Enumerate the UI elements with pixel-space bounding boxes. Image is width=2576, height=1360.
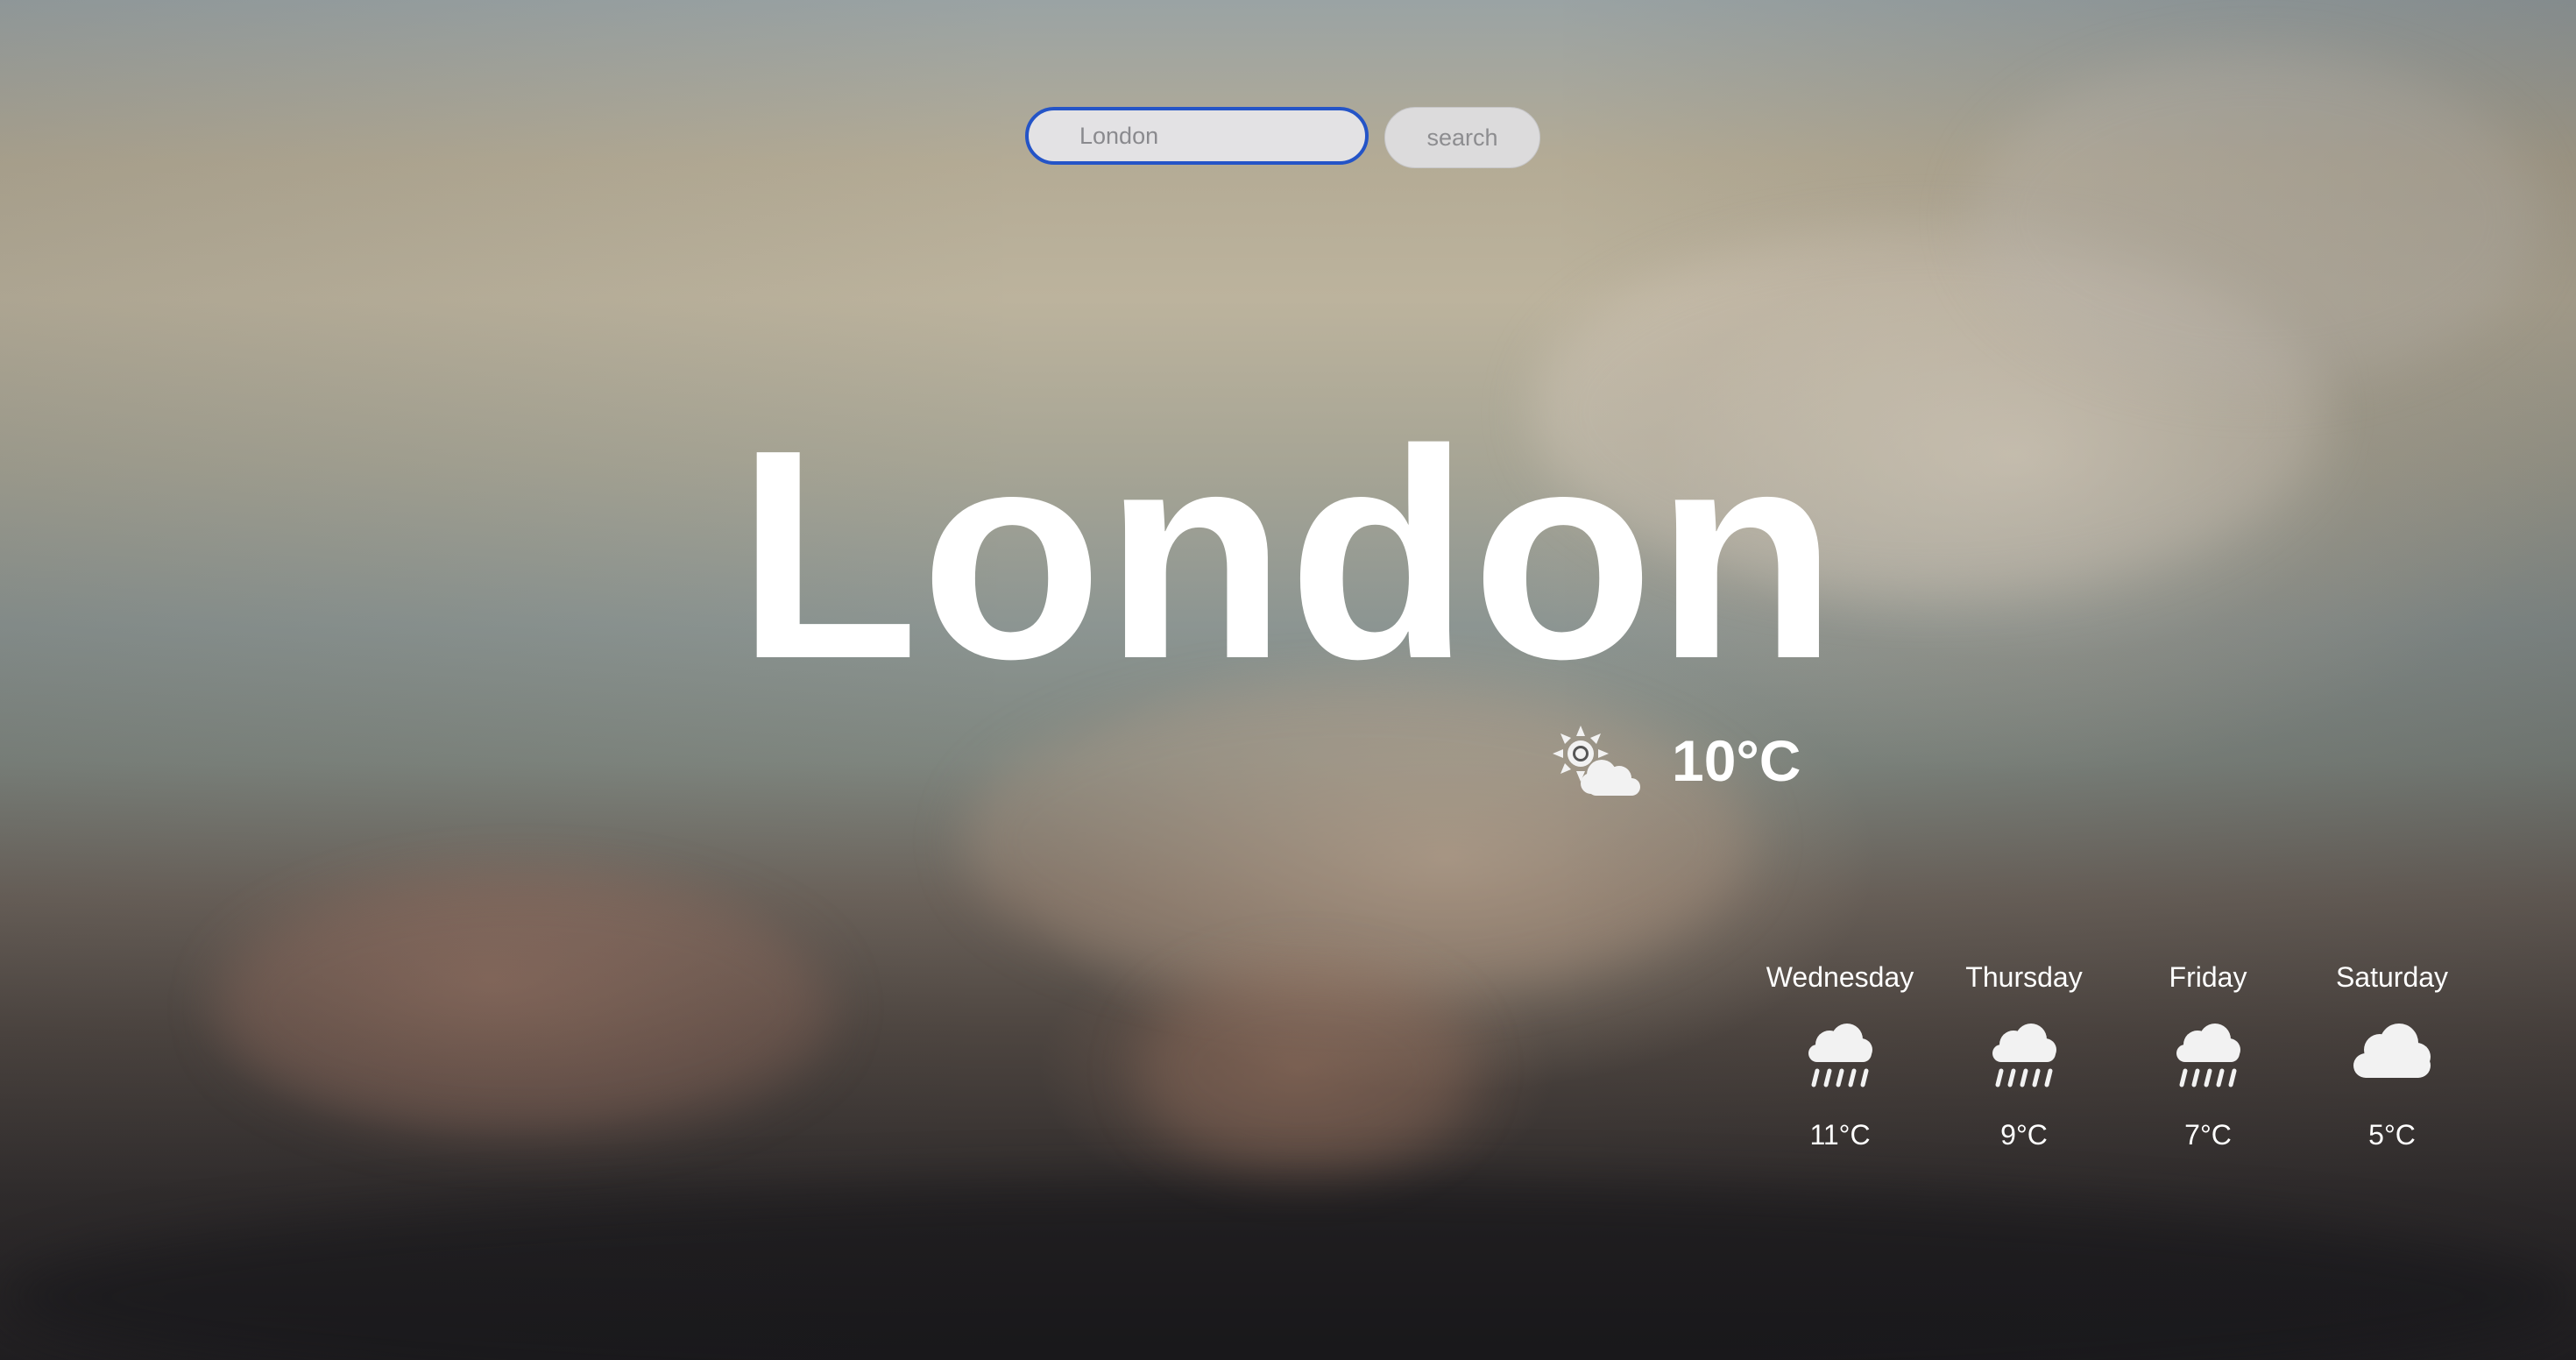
forecast-day: Wednesday 11°C — [1752, 960, 1928, 1151]
forecast-day-name: Wednesday — [1766, 961, 1914, 993]
cloud-icon — [2348, 1014, 2436, 1093]
forecast-day-name: Thursday — [1965, 961, 2083, 993]
current-weather: 10°C — [1551, 724, 1801, 797]
rain-icon — [1803, 1014, 1877, 1093]
search-button[interactable]: search — [1384, 107, 1540, 168]
search-form: search — [1025, 107, 1540, 168]
rain-icon — [2171, 1014, 2245, 1093]
forecast-temperature: 7°C — [2184, 1119, 2232, 1151]
background-horizon — [0, 1183, 2576, 1360]
forecast-day-name: Saturday — [2335, 961, 2449, 993]
forecast-list: Wednesday 11°C Thursday 9°C Friday 7°C S… — [1752, 960, 2480, 1151]
forecast-temperature: 11°C — [1809, 1119, 1871, 1151]
background-cloud — [1971, 53, 2541, 386]
city-name: London — [736, 388, 1840, 721]
forecast-day: Thursday 9°C — [1936, 960, 2112, 1151]
partly-cloudy-day-icon — [1551, 724, 1642, 797]
background-cloud — [1139, 964, 1472, 1174]
current-temperature: 10°C — [1672, 728, 1801, 793]
forecast-day: Saturday 5°C — [2304, 960, 2480, 1151]
weather-app: search London — [0, 0, 2576, 1360]
forecast-day: Friday 7°C — [2120, 960, 2296, 1151]
forecast-temperature: 9°C — [2000, 1119, 2048, 1151]
search-input[interactable] — [1025, 107, 1369, 165]
forecast-day-name: Friday — [2169, 961, 2247, 993]
background-cloud — [219, 876, 832, 1139]
rain-icon — [1987, 1014, 2061, 1093]
forecast-temperature: 5°C — [2368, 1119, 2416, 1151]
